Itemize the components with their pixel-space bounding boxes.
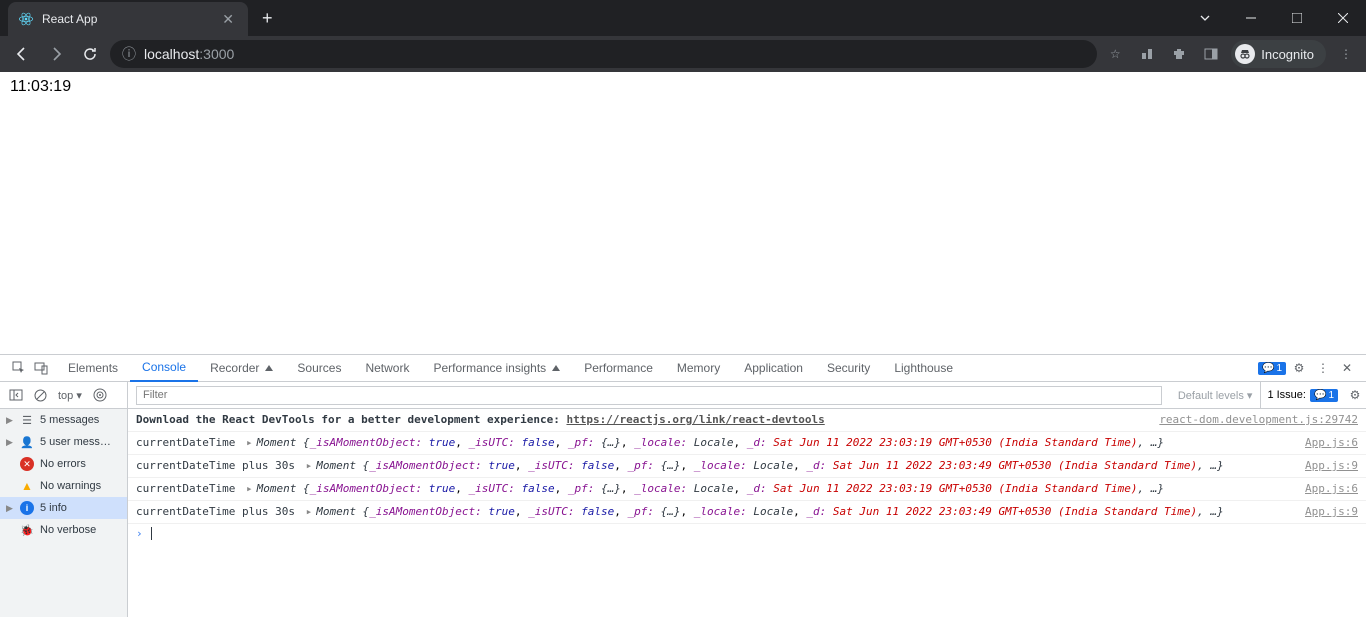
- sidebar-messages[interactable]: ▶☰5 messages: [0, 409, 127, 431]
- tab-performance[interactable]: Performance: [572, 355, 665, 382]
- prompt-cursor: [151, 527, 152, 540]
- sidebar-toggle-icon[interactable]: [6, 385, 26, 405]
- console-source-link[interactable]: App.js:6: [1297, 481, 1358, 497]
- console-source-link[interactable]: App.js:9: [1297, 504, 1358, 520]
- new-tab-button[interactable]: +: [262, 8, 273, 29]
- devtools-close-icon[interactable]: ✕: [1336, 357, 1358, 379]
- tab-title: React App: [42, 12, 218, 26]
- tab-security[interactable]: Security: [815, 355, 882, 382]
- tab-elements[interactable]: Elements: [56, 355, 130, 382]
- caret-down-icon[interactable]: [1182, 0, 1228, 36]
- tab-network[interactable]: Network: [353, 355, 421, 382]
- url-port: :3000: [199, 46, 234, 62]
- console-settings-icon[interactable]: ⚙: [1344, 384, 1366, 406]
- page-viewport: 11:03:19: [0, 72, 1366, 354]
- console-log-row: currentDateTime ▸Moment {_isAMomentObjec…: [128, 432, 1366, 455]
- clear-console-icon[interactable]: [30, 385, 50, 405]
- console-log-row: currentDateTime plus 30s ▸Moment {_isAMo…: [128, 455, 1366, 478]
- prompt-icon: ›: [136, 527, 143, 540]
- console-source-link[interactable]: react-dom.development.js:29742: [1151, 412, 1358, 428]
- tab-memory[interactable]: Memory: [665, 355, 732, 382]
- close-button[interactable]: [1320, 0, 1366, 36]
- tab-strip: React App ✕ +: [0, 0, 1366, 36]
- url-input[interactable]: ⓘ localhost:3000: [110, 40, 1097, 68]
- incognito-label: Incognito: [1261, 47, 1314, 62]
- maximize-button[interactable]: [1274, 0, 1320, 36]
- window-controls: [1182, 0, 1366, 36]
- sidebar-user-messages[interactable]: ▶👤5 user mess…: [0, 431, 127, 453]
- filter-input[interactable]: [136, 386, 1162, 405]
- console-output: Download the React DevTools for a better…: [128, 409, 1366, 617]
- minimize-button[interactable]: [1228, 0, 1274, 36]
- tab-lighthouse[interactable]: Lighthouse: [882, 355, 965, 382]
- browser-tab[interactable]: React App ✕: [8, 2, 248, 36]
- context-selector[interactable]: top ▾: [54, 389, 86, 402]
- levels-selector[interactable]: Default levels ▾: [1170, 389, 1261, 402]
- url-host: localhost: [144, 46, 199, 62]
- tab-performance-insights[interactable]: Performance insights: [421, 355, 572, 382]
- more-icon[interactable]: ⋮: [1312, 357, 1334, 379]
- live-expression-icon[interactable]: [90, 385, 110, 405]
- expand-icon[interactable]: ▸: [246, 436, 253, 449]
- issues-button[interactable]: 1 Issue: 💬1: [1260, 382, 1344, 408]
- address-bar: ⓘ localhost:3000 ☆ Incognito ⋮: [0, 36, 1366, 72]
- devtools-panel: Elements Console Recorder Sources Networ…: [0, 354, 1366, 617]
- tab-application[interactable]: Application: [732, 355, 815, 382]
- expand-icon[interactable]: ▸: [306, 505, 313, 518]
- incognito-badge[interactable]: Incognito: [1231, 40, 1326, 68]
- sidebar-errors[interactable]: ✕No errors: [0, 453, 127, 475]
- console-source-link[interactable]: App.js:9: [1297, 458, 1358, 474]
- expand-icon[interactable]: ▸: [246, 482, 253, 495]
- tab-close-icon[interactable]: ✕: [218, 11, 238, 28]
- bookmark-icon[interactable]: ☆: [1103, 42, 1127, 66]
- console-toolbar: top ▾ Default levels ▾ 1 Issue: 💬1 ⚙: [0, 382, 1366, 409]
- tab-recorder[interactable]: Recorder: [198, 355, 285, 382]
- console-issues-badge[interactable]: 💬1: [1258, 362, 1286, 375]
- settings-icon[interactable]: ⚙: [1288, 357, 1310, 379]
- back-button[interactable]: [8, 40, 36, 68]
- incognito-icon: [1235, 44, 1255, 64]
- sidebar-verbose[interactable]: 🐞No verbose: [0, 519, 127, 541]
- forward-button[interactable]: [42, 40, 70, 68]
- tab-sources[interactable]: Sources: [285, 355, 353, 382]
- console-log-row: currentDateTime plus 30s ▸Moment {_isAMo…: [128, 501, 1366, 524]
- react-devtools-link[interactable]: https://reactjs.org/link/react-devtools: [566, 413, 824, 426]
- page-time-text: 11:03:19: [10, 78, 71, 95]
- site-info-icon[interactable]: ⓘ: [122, 44, 136, 64]
- console-sidebar: ▶☰5 messages ▶👤5 user mess… ✕No errors ▲…: [0, 409, 128, 617]
- extension-icon-1[interactable]: [1135, 42, 1159, 66]
- side-panel-icon[interactable]: [1199, 42, 1223, 66]
- reload-button[interactable]: [76, 40, 104, 68]
- console-prompt[interactable]: ›: [128, 524, 1366, 543]
- react-favicon-icon: [18, 11, 34, 27]
- console-source-link[interactable]: App.js:6: [1297, 435, 1358, 451]
- devtools-tabbar: Elements Console Recorder Sources Networ…: [0, 355, 1366, 382]
- extensions-icon[interactable]: [1167, 42, 1191, 66]
- device-toggle-icon[interactable]: [32, 359, 50, 377]
- expand-icon[interactable]: ▸: [306, 459, 313, 472]
- kebab-menu-icon[interactable]: ⋮: [1334, 42, 1358, 66]
- sidebar-info[interactable]: ▶i5 info: [0, 497, 127, 519]
- console-banner-row: Download the React DevTools for a better…: [128, 409, 1366, 432]
- sidebar-warnings[interactable]: ▲No warnings: [0, 475, 127, 497]
- inspect-element-icon[interactable]: [10, 359, 28, 377]
- tab-console[interactable]: Console: [130, 355, 198, 382]
- console-log-row: currentDateTime ▸Moment {_isAMomentObjec…: [128, 478, 1366, 501]
